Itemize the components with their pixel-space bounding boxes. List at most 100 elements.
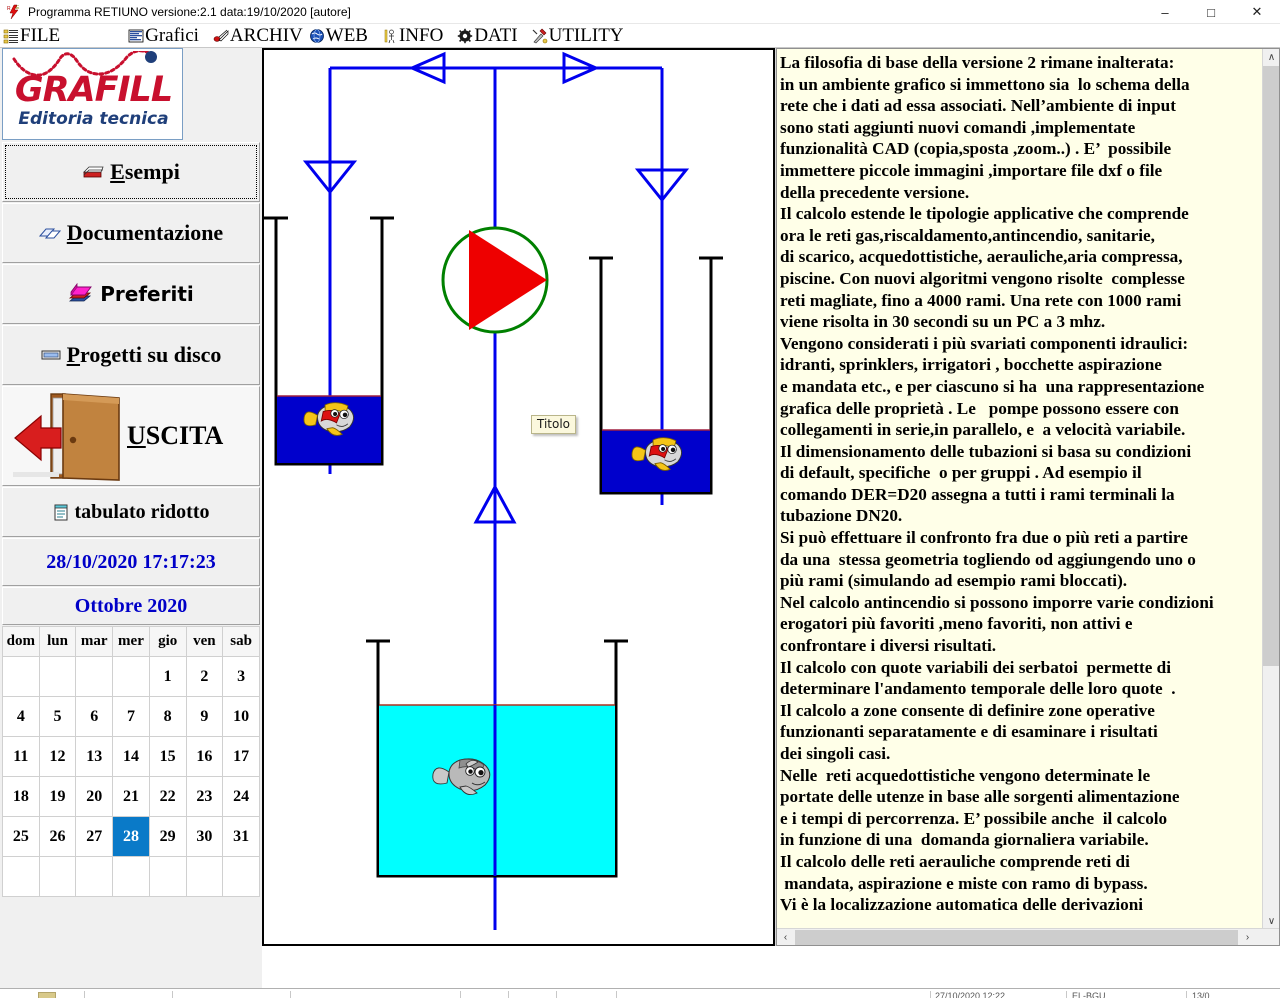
calendar-day-14[interactable]: 14 — [112, 736, 150, 777]
horizontal-scroll-thumb[interactable] — [795, 929, 1238, 945]
sidebar-label-documentazione: Documentazione — [66, 220, 224, 245]
calendar-day-9[interactable]: 9 — [185, 696, 224, 737]
calendar-day-23[interactable]: 23 — [185, 776, 224, 817]
calendar-day-17[interactable]: 17 — [222, 736, 260, 777]
calendar-week-row: 18 19 20 21 22 23 24 — [2, 776, 260, 817]
chart-icon — [128, 28, 144, 44]
maximize-button[interactable]: □ — [1188, 0, 1234, 24]
calendar-day-13[interactable]: 13 — [75, 736, 114, 777]
menu-item-info[interactable]: INFO — [379, 24, 446, 48]
calendar-day-6[interactable]: 6 — [75, 696, 114, 737]
menu-item-utility[interactable]: UTILITY — [529, 24, 627, 48]
calendar-day-1[interactable]: 1 — [148, 656, 187, 697]
calendar-day-25[interactable]: 25 — [2, 816, 40, 857]
calendar-day-empty — [148, 856, 187, 897]
menu-label-archiv: ARCHIV — [229, 24, 303, 46]
background-window-row: 27/10/2020 12:22 EL-BGU 13/0 — [0, 991, 1280, 998]
calendar-day-empty — [112, 656, 150, 697]
sidebar-item-esempi[interactable]: Esempi — [2, 142, 260, 202]
gear-icon — [457, 28, 473, 44]
calendar-day-20[interactable]: 20 — [75, 776, 114, 817]
pump-symbol — [441, 226, 549, 334]
calendar-day-empty — [2, 856, 40, 897]
sidebar-label-preferiti: Preferiti — [100, 282, 194, 306]
floppy-icon — [41, 348, 61, 362]
menu-item-file[interactable]: FILE — [0, 24, 63, 48]
calendar-day-11[interactable]: 11 — [2, 736, 40, 777]
sidebar-item-preferiti[interactable]: Preferiti — [2, 264, 260, 324]
calendar-day-2[interactable]: 2 — [185, 656, 224, 697]
calendar-day-19[interactable]: 19 — [38, 776, 77, 817]
menu-item-grafici[interactable]: Grafici — [125, 24, 202, 48]
calendar-week-row — [2, 856, 260, 897]
description-horizontal-scrollbar[interactable]: ‹ › — [777, 928, 1279, 946]
menu-label-dati: DATI — [474, 24, 518, 46]
grafill-logo: GRAFILL Editoria tecnica — [2, 48, 183, 140]
calendar-day-10[interactable]: 10 — [222, 696, 260, 737]
sidebar-item-progetti-su-disco[interactable]: Progetti su disco — [2, 325, 260, 385]
window-controls: – □ ✕ — [1142, 0, 1280, 24]
background-cell-2: 13/0 — [1192, 991, 1210, 998]
menu-item-archiv[interactable]: ARCHIV — [210, 24, 306, 48]
calendar-day-24[interactable]: 24 — [222, 776, 260, 817]
background-cell-0: 27/10/2020 12:22 — [935, 991, 1006, 998]
current-datetime: 28/10/2020 17:17:23 — [2, 538, 260, 586]
scroll-left-arrow-icon[interactable]: ‹ — [777, 929, 794, 946]
notepad-icon — [53, 503, 69, 521]
network-diagram-canvas[interactable] — [262, 48, 775, 946]
scroll-right-arrow-icon[interactable]: › — [1239, 929, 1256, 946]
network-diagram-svg — [264, 51, 723, 930]
calendar-header-lun: lun — [38, 626, 77, 657]
calendar-day-3[interactable]: 3 — [222, 656, 260, 697]
calendar-day-4[interactable]: 4 — [2, 696, 40, 737]
calendar-day-16[interactable]: 16 — [185, 736, 224, 777]
sidebar-label-esempi: Esempi — [110, 159, 180, 184]
calendar-day-27[interactable]: 27 — [75, 816, 114, 857]
calendar-day-26[interactable]: 26 — [38, 816, 77, 857]
calendar-day-selected[interactable]: 28 — [112, 816, 150, 857]
menu-label-grafici: Grafici — [145, 24, 199, 46]
calendar-header-gio: gio — [148, 626, 187, 657]
description-text: La filosofia di base della versione 2 ri… — [780, 53, 1214, 915]
menu-item-dati[interactable]: DATI — [454, 24, 520, 48]
sidebar-item-uscita[interactable]: USCITA — [2, 386, 260, 486]
calendar-day-7[interactable]: 7 — [112, 696, 150, 737]
close-button[interactable]: ✕ — [1234, 0, 1280, 24]
titolo-tooltip[interactable]: Titolo — [531, 415, 577, 434]
book-open-icon — [38, 224, 61, 242]
description-vertical-scrollbar[interactable]: ∧ ∨ — [1262, 49, 1279, 930]
sidebar-label-tabulato: tabulato ridotto — [74, 500, 210, 523]
books-icon — [82, 163, 104, 181]
svg-text:R: R — [7, 6, 11, 12]
calendar-week-row: 11 12 13 14 15 16 17 — [2, 736, 260, 777]
background-cell-1: EL-BGU — [1072, 991, 1106, 998]
sidebar-item-documentazione[interactable]: Documentazione — [2, 203, 260, 263]
menu-item-web[interactable]: WEB — [306, 24, 371, 48]
menu-label-web: WEB — [325, 24, 368, 46]
calendar-day-22[interactable]: 22 — [148, 776, 187, 817]
calendar-day-12[interactable]: 12 — [38, 736, 77, 777]
calendar-day-31[interactable]: 31 — [222, 816, 260, 857]
calendar-day-15[interactable]: 15 — [148, 736, 187, 777]
logo-tagline: Editoria tecnica — [18, 109, 169, 129]
calendar-day-18[interactable]: 18 — [2, 776, 40, 817]
calendar-day-5[interactable]: 5 — [38, 696, 77, 737]
calendar-day-29[interactable]: 29 — [148, 816, 187, 857]
window-title: Programma RETIUNO versione:2.1 data:19/1… — [28, 4, 351, 19]
lightning-bolt-icon: R E — [6, 4, 24, 20]
calendar-day-empty — [185, 856, 224, 897]
calendar-day-30[interactable]: 30 — [185, 816, 224, 857]
vertical-scroll-thumb[interactable] — [1263, 66, 1279, 666]
scroll-up-arrow-icon[interactable]: ∧ — [1263, 49, 1279, 66]
minimize-button[interactable]: – — [1142, 0, 1188, 24]
calendar-header-ven: ven — [185, 626, 224, 657]
calendar-day-21[interactable]: 21 — [112, 776, 150, 817]
calendar-day-empty — [75, 656, 114, 697]
sidebar-item-tabulato-ridotto[interactable]: tabulato ridotto — [2, 487, 260, 537]
menu-bar: FILE Grafici ARCHIV WEB INFO DATI UTILIT… — [0, 24, 1280, 48]
calendar-header-mar: mar — [75, 626, 114, 657]
calendar-day-8[interactable]: 8 — [148, 696, 187, 737]
calendar[interactable]: dom lun mar mer gio ven sab 1 2 3 4 5 6 7 8 9 10 1… — [2, 626, 260, 897]
logo-brand: GRAFILL — [14, 70, 173, 110]
calendar-day-empty — [2, 656, 40, 697]
